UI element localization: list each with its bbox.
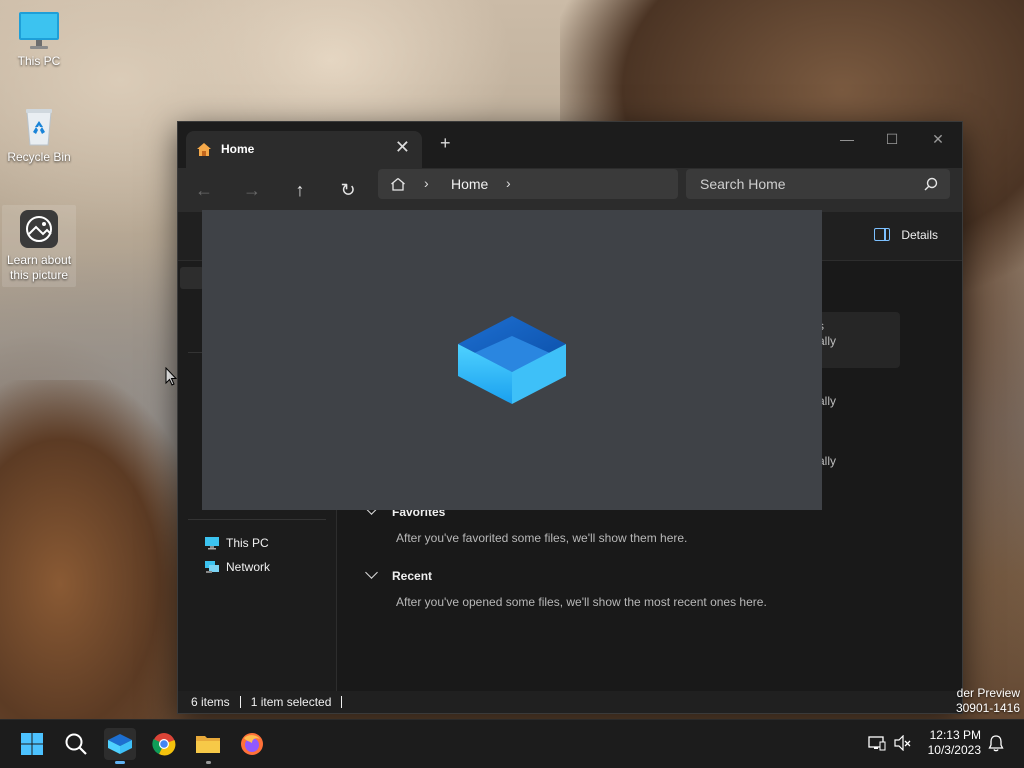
- forward-button[interactable]: →: [238, 176, 266, 204]
- start-icon: [21, 733, 43, 755]
- taskbar-chrome[interactable]: [148, 728, 180, 760]
- close-window-button[interactable]: ✕: [915, 126, 961, 152]
- taskbar: 12:13 PM 10/3/2023: [0, 719, 1024, 768]
- divider: [188, 519, 326, 520]
- desktop-icon-this-pc[interactable]: This PC: [2, 8, 76, 69]
- recent-empty-message: After you've opened some files, we'll sh…: [396, 595, 767, 609]
- firefox-icon: [241, 733, 263, 755]
- chevron-right-icon[interactable]: ›: [424, 175, 429, 191]
- tab-home[interactable]: Home ✕: [186, 131, 422, 168]
- wallpaper-rock: [0, 380, 200, 720]
- details-button[interactable]: Details: [873, 228, 938, 242]
- back-button[interactable]: ←: [190, 176, 218, 204]
- details-label: Details: [901, 228, 938, 242]
- file-explorer-icon: [108, 734, 132, 754]
- desktop-icon-learn-about-picture[interactable]: Learn about this picture: [2, 205, 76, 287]
- selected-nav-item[interactable]: [180, 267, 204, 289]
- active-indicator: [115, 761, 125, 764]
- network-icon: [205, 561, 219, 573]
- navigation-bar: ← → ↑ ↻ › Home ›: [178, 168, 962, 212]
- network-status-icon[interactable]: [868, 735, 886, 751]
- favorites-empty-message: After you've favorited some files, we'll…: [396, 531, 688, 545]
- monitor-icon: [17, 8, 61, 52]
- taskbar-folder[interactable]: [192, 728, 224, 764]
- search-button[interactable]: [60, 728, 92, 760]
- status-bar: 6 items 1 item selected: [178, 691, 962, 713]
- maximize-button[interactable]: ☐: [869, 126, 915, 152]
- sidebar-item-label: This PC: [226, 536, 269, 550]
- sidebar-item-network[interactable]: Network: [204, 557, 270, 577]
- details-pane-icon: [873, 228, 890, 241]
- picture-info-icon: [17, 207, 61, 251]
- home-icon: [391, 178, 405, 191]
- section-title: Recent: [392, 569, 433, 583]
- refresh-button[interactable]: ↻: [334, 176, 362, 204]
- system-clock[interactable]: 12:13 PM 10/3/2023: [928, 728, 981, 758]
- recycle-bin-icon: [17, 104, 61, 148]
- title-bar: Home ✕ + — ☐ ✕: [178, 122, 962, 168]
- chevron-down-icon: [365, 566, 378, 579]
- taskbar-firefox[interactable]: [236, 728, 268, 760]
- minimize-button[interactable]: —: [824, 126, 870, 152]
- build-watermark: 30901-1416: [955, 701, 1020, 715]
- start-button[interactable]: [16, 728, 48, 760]
- chevron-right-icon[interactable]: ›: [506, 175, 511, 191]
- notification-bell-icon[interactable]: [988, 735, 1004, 752]
- tab-title: Home: [221, 142, 255, 156]
- mouse-cursor-icon: [165, 367, 177, 386]
- volume-muted-icon[interactable]: [894, 735, 912, 751]
- clock-time: 12:13 PM: [929, 728, 981, 742]
- build-watermark: der Preview: [956, 686, 1020, 700]
- monitor-icon: [205, 537, 219, 550]
- selection-count: 1 item selected: [250, 695, 332, 709]
- desktop-icon-recycle-bin[interactable]: Recycle Bin: [2, 104, 76, 165]
- close-tab-button[interactable]: ✕: [395, 137, 410, 158]
- address-bar[interactable]: › Home ›: [378, 169, 678, 199]
- desktop-icon-label: This PC: [17, 54, 61, 68]
- breadcrumb-current[interactable]: Home: [451, 176, 488, 192]
- clock-date: 10/3/2023: [927, 743, 981, 757]
- desktop-icon-label: Learn about this picture: [6, 253, 72, 282]
- desktop-icon-label: Recycle Bin: [7, 150, 71, 164]
- sidebar-item-label: Network: [226, 560, 271, 574]
- section-recent-header[interactable]: Recent: [365, 566, 433, 583]
- divider: [341, 696, 343, 708]
- running-indicator: [206, 761, 211, 764]
- new-tab-button[interactable]: +: [440, 133, 451, 154]
- home-icon: [197, 143, 211, 156]
- folder-icon: [196, 736, 220, 753]
- search-input[interactable]: [686, 169, 950, 199]
- app-launch-splash: [202, 210, 822, 510]
- file-explorer-app-icon: [458, 316, 566, 404]
- divider: [239, 696, 241, 708]
- chrome-icon: [152, 733, 176, 756]
- taskbar-file-explorer[interactable]: [104, 728, 136, 764]
- sidebar-item-this-pc[interactable]: This PC: [204, 533, 269, 553]
- item-count: 6 items: [191, 695, 230, 709]
- search-icon[interactable]: [924, 177, 938, 191]
- search-icon: [65, 733, 87, 755]
- up-button[interactable]: ↑: [286, 176, 314, 204]
